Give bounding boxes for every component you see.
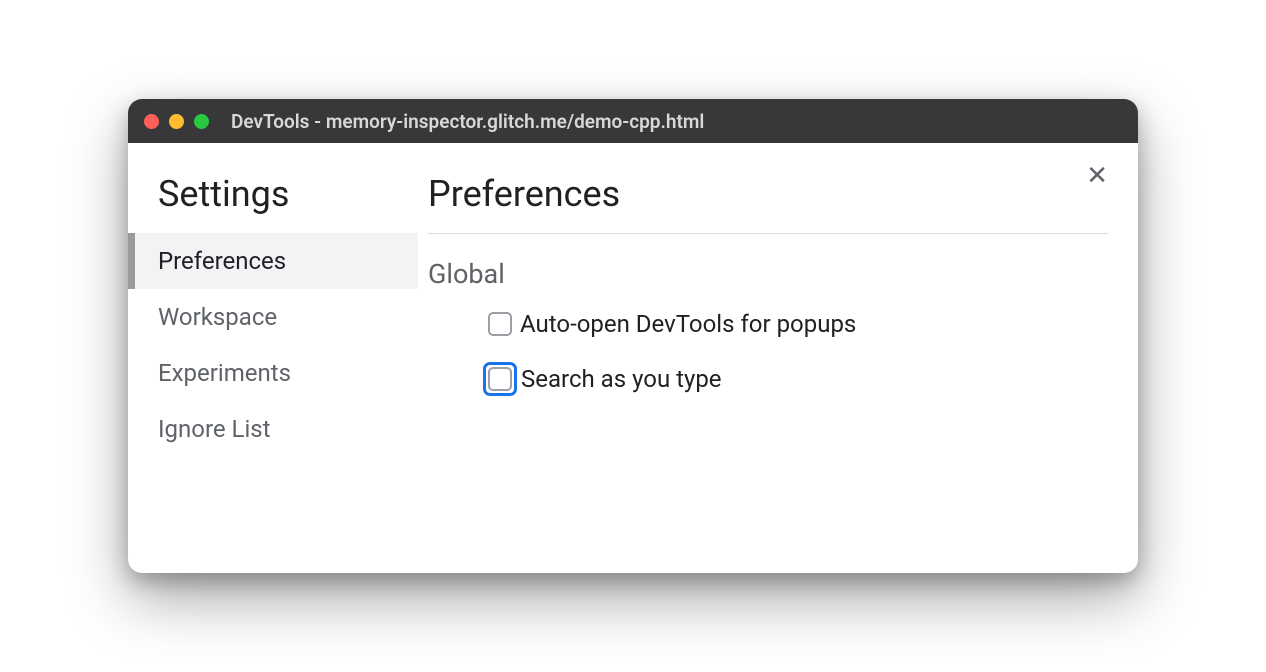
checkbox-search-as-you-type[interactable] <box>488 367 512 391</box>
sidebar-item-label: Workspace <box>158 303 277 331</box>
traffic-lights <box>144 114 209 129</box>
window-title: DevTools - memory-inspector.glitch.me/de… <box>231 110 704 133</box>
option-label: Search as you type <box>521 365 722 393</box>
window-minimize-button[interactable] <box>169 114 184 129</box>
sidebar-item-label: Preferences <box>158 247 286 275</box>
main-title: Preferences <box>428 173 1108 234</box>
sidebar-item-label: Experiments <box>158 359 291 387</box>
option-auto-open-devtools[interactable]: Auto-open DevTools for popups <box>428 310 1108 338</box>
sidebar-item-experiments[interactable]: Experiments <box>128 345 418 401</box>
main-panel: Preferences Global Auto-open DevTools fo… <box>418 143 1138 573</box>
checkbox-wrapper-focused <box>483 362 517 396</box>
window-close-button[interactable] <box>144 114 159 129</box>
option-label: Auto-open DevTools for popups <box>520 310 856 338</box>
titlebar: DevTools - memory-inspector.glitch.me/de… <box>128 99 1138 143</box>
devtools-window: DevTools - memory-inspector.glitch.me/de… <box>128 99 1138 573</box>
checkbox-wrapper <box>488 312 520 336</box>
sidebar-item-workspace[interactable]: Workspace <box>128 289 418 345</box>
checkbox-auto-open[interactable] <box>488 312 512 336</box>
sidebar-item-label: Ignore List <box>158 415 271 443</box>
option-search-as-you-type[interactable]: Search as you type <box>428 362 1108 396</box>
close-icon[interactable]: ✕ <box>1086 163 1108 189</box>
window-maximize-button[interactable] <box>194 114 209 129</box>
sidebar-title: Settings <box>128 173 418 233</box>
sidebar: Settings Preferences Workspace Experimen… <box>128 143 418 573</box>
sidebar-item-preferences[interactable]: Preferences <box>128 233 418 289</box>
section-title: Global <box>428 258 1108 290</box>
sidebar-item-ignore-list[interactable]: Ignore List <box>128 401 418 457</box>
content: ✕ Settings Preferences Workspace Experim… <box>128 143 1138 573</box>
